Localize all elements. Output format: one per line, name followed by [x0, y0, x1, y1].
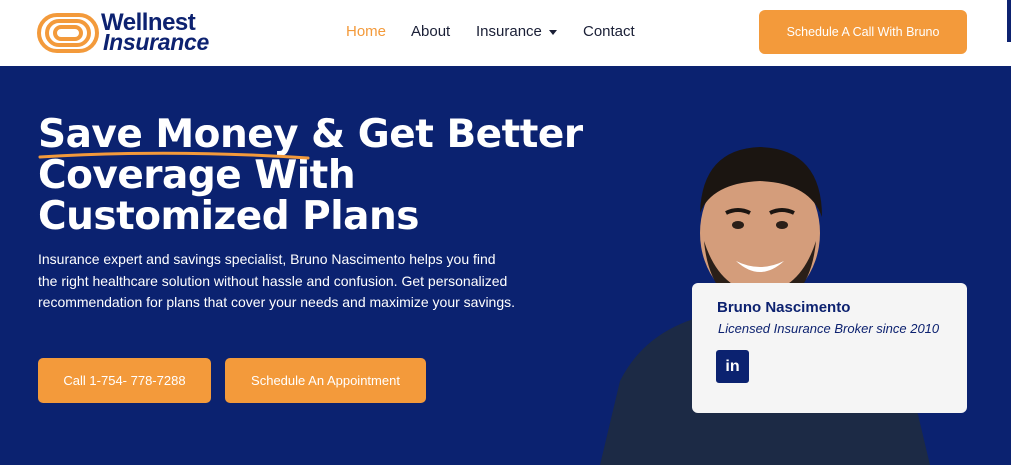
- linkedin-icon-label: in: [725, 357, 740, 375]
- site-header: Wellnest Insurance Home About Insurance …: [0, 0, 1011, 66]
- nav-item-insurance-label: Insurance: [476, 23, 542, 40]
- nav-item-about[interactable]: About: [411, 23, 450, 40]
- caret-down-icon: [548, 29, 557, 35]
- nav-item-home[interactable]: Home: [346, 23, 386, 40]
- nav-item-insurance[interactable]: Insurance: [476, 23, 557, 40]
- hero-headline: Save Money & Get Better Coverage With Cu…: [38, 112, 583, 239]
- agent-card: Bruno Nascimento Licensed Insurance Brok…: [692, 283, 967, 413]
- agent-name: Bruno Nascimento: [717, 299, 851, 316]
- edge-divider: [1007, 0, 1011, 42]
- nav-item-contact[interactable]: Contact: [583, 23, 635, 40]
- schedule-call-button[interactable]: Schedule A Call With Bruno: [759, 10, 967, 54]
- logo-swirl-icon: [37, 13, 99, 53]
- call-button[interactable]: Call 1-754- 778-7288: [38, 358, 211, 403]
- hero-description: Insurance expert and savings specialist,…: [38, 251, 516, 310]
- logo-text-insurance: Insurance: [103, 29, 209, 55]
- agent-role: Licensed Insurance Broker since 2010: [718, 321, 940, 336]
- headline-underline-decoration: [38, 151, 310, 160]
- linkedin-icon[interactable]: in: [716, 350, 749, 383]
- schedule-appointment-button[interactable]: Schedule An Appointment: [225, 358, 426, 403]
- logo[interactable]: Wellnest Insurance: [37, 9, 237, 57]
